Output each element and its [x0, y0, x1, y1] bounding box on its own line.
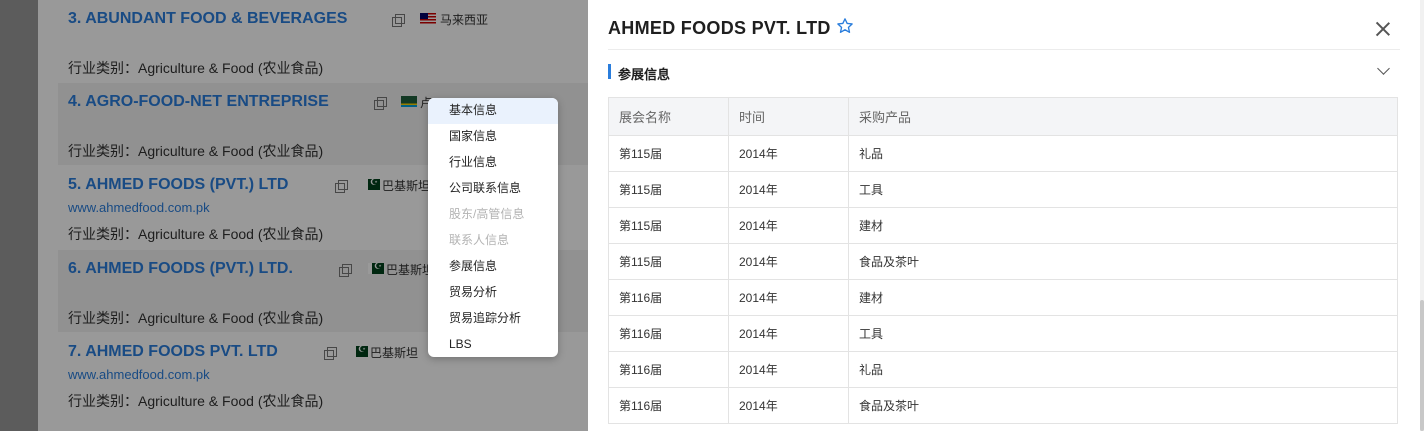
section-nav-menu: 基本信息 国家信息 行业信息 公司联系信息 股东/高管信息 联系人信息 参展信息… [428, 98, 558, 357]
table-cell: 第116届 [608, 387, 729, 424]
table-cell: 2014年 [728, 171, 849, 208]
table-header: 时间 [728, 97, 849, 136]
company-title: AHMED FOODS PVT. LTD [608, 18, 831, 38]
menu-item-exhibition-info[interactable]: 参展信息 [428, 254, 558, 280]
exhibition-table: 展会名称 时间 采购产品 第115届 2014年 礼品 第115届 2014年 … [608, 97, 1398, 424]
menu-item-contacts: 联系人信息 [449, 233, 510, 247]
table-row: 第116届 2014年 工具 [608, 315, 1398, 352]
table-cell: 2014年 [728, 351, 849, 388]
scrollbar[interactable] [1420, 0, 1424, 431]
menu-item-lbs[interactable]: LBS [428, 332, 558, 358]
table-row: 第115届 2014年 食品及茶叶 [608, 243, 1398, 280]
table-cell: 第115届 [608, 207, 729, 244]
table-cell: 2014年 [728, 135, 849, 172]
scrollbar-thumb[interactable] [1420, 300, 1424, 431]
menu-item-country-info[interactable]: 国家信息 [428, 124, 558, 150]
menu-item-company-contact[interactable]: 公司联系信息 [428, 176, 558, 202]
table-cell: 礼品 [848, 135, 1398, 172]
table-header: 展会名称 [608, 97, 729, 136]
table-cell: 2014年 [728, 279, 849, 316]
table-row: 第116届 2014年 礼品 [608, 351, 1398, 388]
table-cell: 第116届 [608, 279, 729, 316]
table-cell: 2014年 [728, 387, 849, 424]
table-cell: 2014年 [728, 243, 849, 280]
menu-item-shareholders: 股东/高管信息 [449, 207, 525, 221]
menu-item-industry-info[interactable]: 行业信息 [428, 150, 558, 176]
table-row: 第115届 2014年 建材 [608, 207, 1398, 244]
close-icon[interactable] [1376, 22, 1390, 36]
drawer-header: AHMED FOODS PVT. LTD [608, 0, 1400, 50]
section-header[interactable]: 参展信息 [608, 60, 1400, 84]
table-row: 第115届 2014年 礼品 [608, 135, 1398, 172]
table-header-row: 展会名称 时间 采购产品 [608, 97, 1398, 136]
table-cell: 第116届 [608, 351, 729, 388]
company-detail-drawer: AHMED FOODS PVT. LTD 参展信息 展会名称 时间 采购产品 第… [588, 0, 1420, 431]
table-row: 第116届 2014年 建材 [608, 279, 1398, 316]
section-accent-bar [608, 64, 611, 79]
table-cell: 第115届 [608, 135, 729, 172]
table-cell: 第116届 [608, 315, 729, 352]
table-cell: 工具 [848, 315, 1398, 352]
menu-item-trade-analysis[interactable]: 贸易分析 [428, 280, 558, 306]
table-cell: 第115届 [608, 243, 729, 280]
chevron-down-icon[interactable] [1377, 62, 1390, 75]
table-cell: 食品及茶叶 [848, 387, 1398, 424]
table-header: 采购产品 [848, 97, 1398, 136]
table-cell: 礼品 [848, 351, 1398, 388]
section-title: 参展信息 [618, 67, 671, 82]
table-cell: 食品及茶叶 [848, 243, 1398, 280]
table-cell: 建材 [848, 279, 1398, 316]
table-cell: 2014年 [728, 207, 849, 244]
table-row: 第115届 2014年 工具 [608, 171, 1398, 208]
menu-item-trade-tracking[interactable]: 贸易追踪分析 [428, 306, 558, 332]
table-cell: 工具 [848, 171, 1398, 208]
table-cell: 第115届 [608, 171, 729, 208]
star-icon[interactable] [836, 17, 854, 35]
table-cell: 建材 [848, 207, 1398, 244]
table-row: 第116届 2014年 食品及茶叶 [608, 387, 1398, 424]
table-cell: 2014年 [728, 315, 849, 352]
menu-item-basic-info[interactable]: 基本信息 [428, 98, 558, 124]
